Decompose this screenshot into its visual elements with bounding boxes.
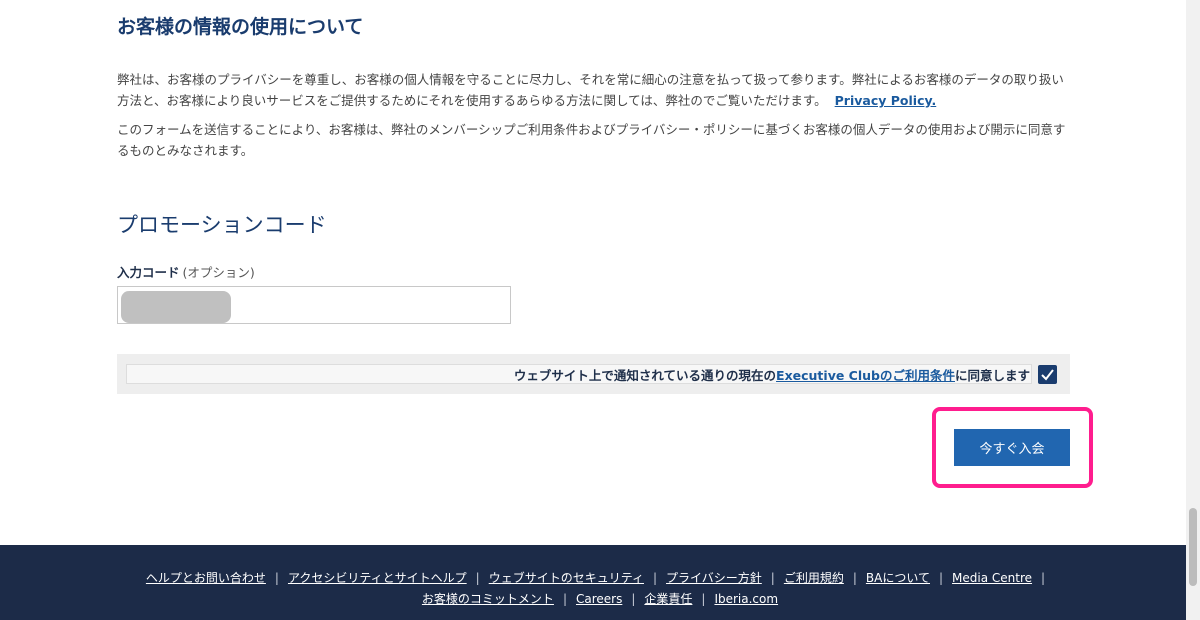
footer-separator: | <box>274 571 279 585</box>
footer-link-responsibility[interactable]: 企業責任 <box>644 592 692 606</box>
scrollbar[interactable] <box>1186 0 1200 620</box>
footer-link-media-centre[interactable]: Media Centre <box>952 571 1032 585</box>
footer: ヘルプとお問い合わせ | アクセシビリティとサイトヘルプ | ウェブサイトのセキュリティ… <box>0 545 1200 620</box>
footer-link-about-ba[interactable]: BAについて <box>866 571 930 585</box>
promo-code-optional-text: (オプション) <box>182 265 255 280</box>
footer-separator: | <box>475 571 480 585</box>
consent-text-before: ウェブサイト上で通知されている通りの現在の <box>513 368 777 383</box>
terms-consent-row: ウェブサイト上で通知されている通りの現在のExecutive Clubのご利用条… <box>117 354 1070 394</box>
footer-links-row-1: ヘルプとお問い合わせ | アクセシビリティとサイトヘルプ | ウェブサイトのセキュリティ… <box>0 569 1200 586</box>
privacy-policy-link[interactable]: Privacy Policy. <box>835 93 937 108</box>
promo-code-title: プロモーションコード <box>117 213 327 237</box>
terms-consent-label: ウェブサイト上で通知されている通りの現在のExecutive Clubのご利用条… <box>514 365 1030 384</box>
checkmark-icon <box>1041 369 1054 381</box>
footer-separator: | <box>562 592 567 606</box>
promo-code-label: 入力コード (オプション) <box>117 262 255 281</box>
footer-separator: | <box>631 592 636 606</box>
footer-separator: | <box>701 592 706 606</box>
promo-code-label-text: 入力コード <box>117 265 180 280</box>
consent-paragraph: このフォームを送信することにより、お客様は、弊社のメンバーシップご利用条件および… <box>117 122 1066 158</box>
footer-separator: | <box>652 571 658 585</box>
footer-link-terms[interactable]: ご利用規約 <box>784 571 844 585</box>
footer-links-row-2: お客様のコミットメント | Careers | 企業責任 | Iberia.com <box>0 590 1200 607</box>
footer-separator: | <box>1041 571 1046 585</box>
footer-separator: | <box>939 571 944 585</box>
footer-link-iberia[interactable]: Iberia.com <box>714 592 778 606</box>
executive-club-terms-link[interactable]: Executive Clubのご利用条件 <box>776 368 955 383</box>
promo-code-field[interactable] <box>117 286 511 324</box>
scrollbar-thumb[interactable] <box>1189 508 1197 586</box>
footer-link-careers[interactable]: Careers <box>576 592 622 606</box>
footer-link-commitment[interactable]: お客様のコミットメント <box>422 592 554 606</box>
join-now-button[interactable]: 今すぐ入会 <box>954 429 1070 466</box>
privacy-section-title: お客様の情報の使用について <box>117 16 364 38</box>
footer-separator: | <box>770 571 775 585</box>
page: お客様の情報の使用について 弊社は、お客様のプライバシーを尊重し、お客様の個人情… <box>0 0 1200 620</box>
privacy-paragraph: 弊社は、お客様のプライバシーを尊重し、お客様の個人情報を守ることに尽力し、それを… <box>117 69 1070 111</box>
footer-link-help[interactable]: ヘルプとお問い合わせ <box>146 571 266 585</box>
terms-consent-checkbox[interactable] <box>1038 365 1057 384</box>
footer-link-security[interactable]: ウェブサイトのセキュリティ <box>489 571 644 585</box>
promo-code-input[interactable] <box>118 287 510 323</box>
footer-separator: | <box>852 571 857 585</box>
footer-link-accessibility[interactable]: アクセシビリティとサイトヘルプ <box>288 571 467 585</box>
consent-text-after: に同意します <box>954 368 1030 383</box>
footer-link-privacy[interactable]: プライバシー方針 <box>666 571 762 585</box>
